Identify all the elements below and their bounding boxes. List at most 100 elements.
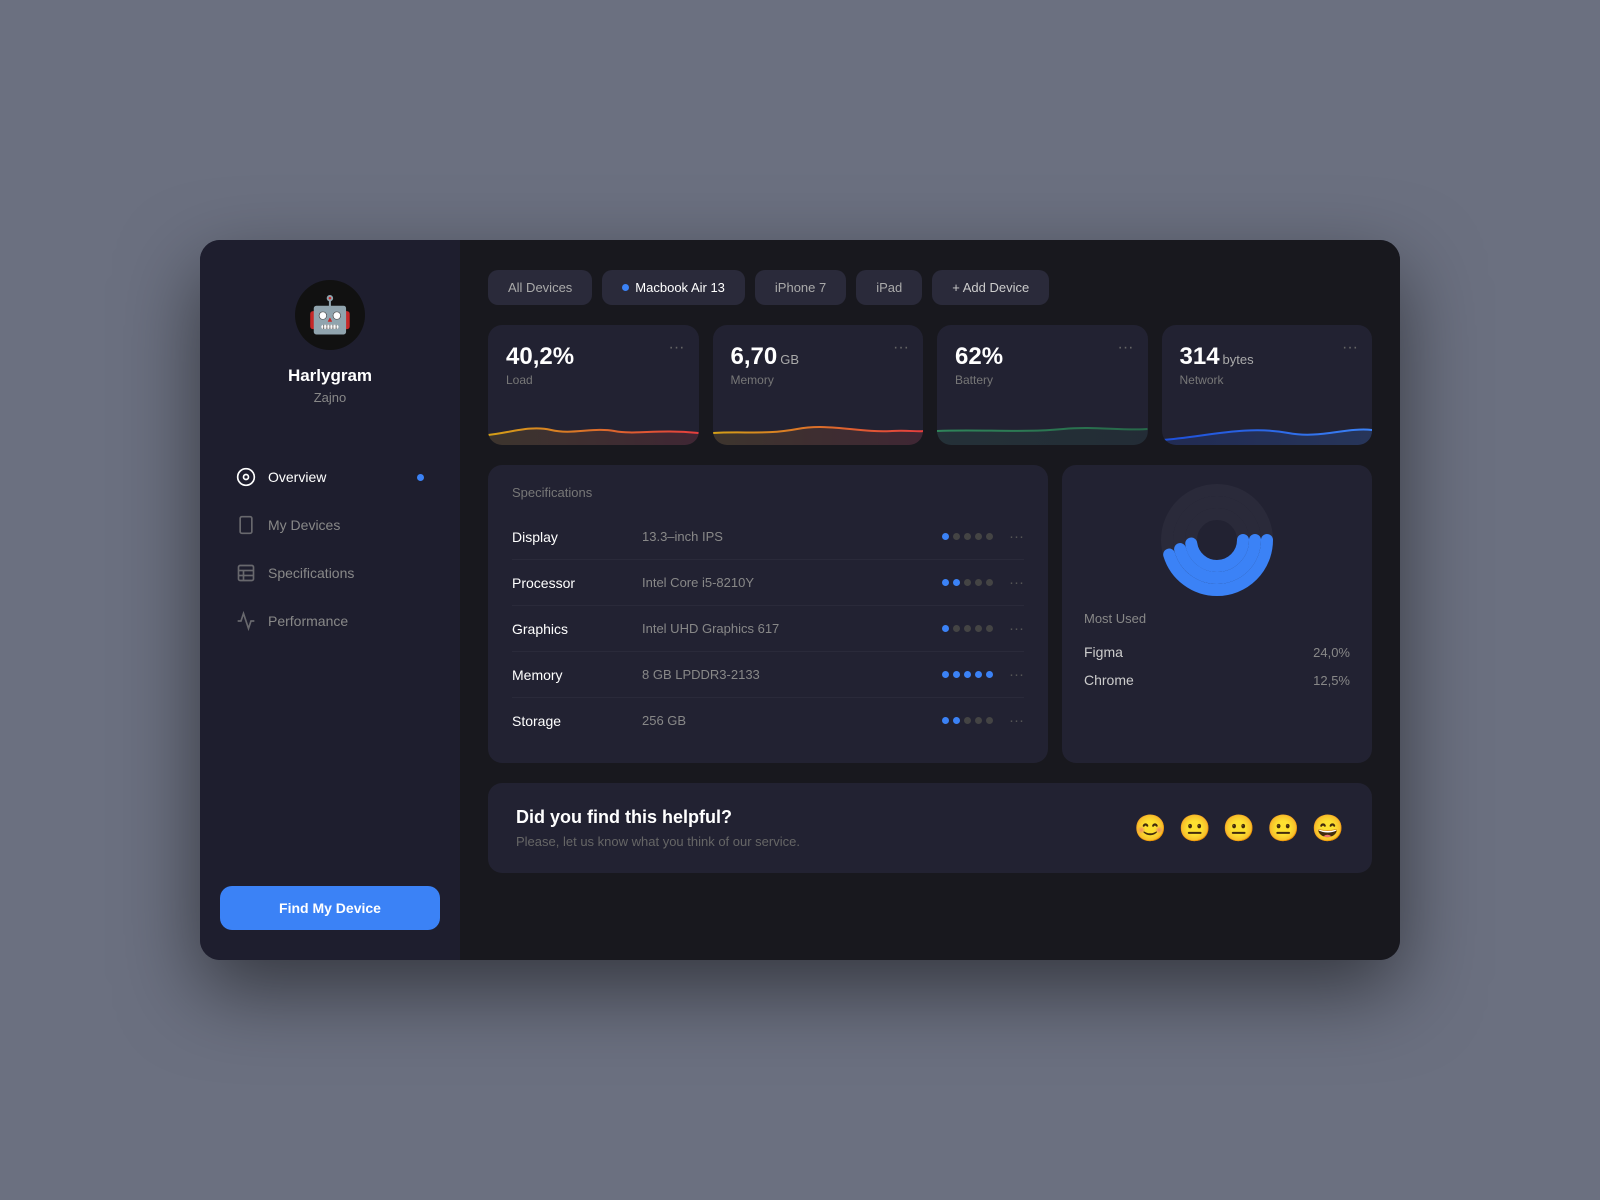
- nav-active-dot: [417, 474, 424, 481]
- spec-dot: [964, 533, 971, 540]
- chart-network: [1162, 405, 1373, 445]
- spec-row: Storage256 GB ···: [512, 698, 1024, 743]
- tab-all-devices[interactable]: All Devices: [488, 270, 592, 305]
- app-percentage: 12,5%: [1313, 673, 1350, 688]
- avatar: 🤖: [295, 280, 365, 350]
- metric-card-network: ··· 314 bytes Network: [1162, 325, 1373, 445]
- spec-dot: [953, 533, 960, 540]
- spec-more-button[interactable]: ···: [1009, 528, 1024, 545]
- spec-dot: [975, 671, 982, 678]
- sidebar-item-specifications[interactable]: Specifications: [220, 551, 440, 595]
- spec-dot: [986, 717, 993, 724]
- feedback-emoji-3[interactable]: 😐: [1267, 813, 1299, 844]
- metrics-row: ··· 40,2% Load ··: [488, 325, 1372, 445]
- feedback-subtitle: Please, let us know what you think of ou…: [516, 834, 800, 849]
- metric-card-load: ··· 40,2% Load: [488, 325, 699, 445]
- spec-dot: [964, 579, 971, 586]
- spec-value: Intel Core i5-8210Y: [642, 575, 942, 590]
- sidebar-item-performance[interactable]: Performance: [220, 599, 440, 643]
- tab-macbook-air[interactable]: Macbook Air 13: [602, 270, 745, 305]
- spec-dot: [953, 717, 960, 724]
- find-my-device-button[interactable]: Find My Device: [220, 886, 440, 930]
- spec-dot: [986, 671, 993, 678]
- tab-label-ipad: iPad: [876, 280, 902, 295]
- spec-dot: [986, 625, 993, 632]
- chart-load: [488, 405, 699, 445]
- spec-dot: [942, 671, 949, 678]
- main-content: All Devices Macbook Air 13 iPhone 7 iPad…: [460, 240, 1400, 960]
- spec-row: GraphicsIntel UHD Graphics 617 ···: [512, 606, 1024, 652]
- tab-ipad[interactable]: iPad: [856, 270, 922, 305]
- spec-rows-container: Display13.3–inch IPS···ProcessorIntel Co…: [512, 514, 1024, 743]
- gauge-svg: [1152, 475, 1282, 605]
- spec-dot: [953, 625, 960, 632]
- spec-value: Intel UHD Graphics 617: [642, 621, 942, 636]
- metric-more-battery[interactable]: ···: [1118, 339, 1134, 357]
- user-name: Harlygram: [288, 366, 372, 386]
- spec-more-button[interactable]: ···: [1009, 620, 1024, 637]
- app-usage-row: Figma24,0%: [1084, 638, 1350, 666]
- device-tabs: All Devices Macbook Air 13 iPhone 7 iPad…: [488, 270, 1372, 305]
- tab-label-iphone: iPhone 7: [775, 280, 826, 295]
- metric-label-network: Network: [1180, 373, 1355, 387]
- spec-dot: [953, 579, 960, 586]
- feedback-emoji-1[interactable]: 😐: [1179, 813, 1211, 844]
- sidebar-item-label-overview: Overview: [268, 469, 326, 485]
- metric-more-load[interactable]: ···: [669, 339, 685, 357]
- metric-more-memory[interactable]: ···: [893, 339, 909, 357]
- spec-value: 256 GB: [642, 713, 942, 728]
- metric-label-memory: Memory: [731, 373, 906, 387]
- spec-dots: [942, 671, 993, 678]
- spec-dot: [942, 717, 949, 724]
- user-role: Zajno: [314, 390, 347, 405]
- spec-name: Storage: [512, 713, 642, 729]
- sidebar-item-overview[interactable]: Overview: [220, 455, 440, 499]
- most-used-label: Most Used: [1084, 611, 1146, 626]
- app-name: Figma: [1084, 644, 1123, 660]
- tab-add-device[interactable]: + Add Device: [932, 270, 1049, 305]
- spec-more-button[interactable]: ···: [1009, 666, 1024, 683]
- metric-value-load: 40,2%: [506, 343, 681, 371]
- spec-dot: [964, 671, 971, 678]
- sidebar-item-label-performance: Performance: [268, 613, 348, 629]
- metric-card-memory: ··· 6,70 GB Memory: [713, 325, 924, 445]
- spec-more-button[interactable]: ···: [1009, 574, 1024, 591]
- spec-dot: [942, 579, 949, 586]
- tab-label-all-devices: All Devices: [508, 280, 572, 295]
- gauge-container: [1152, 495, 1282, 595]
- sidebar-item-my-devices[interactable]: My Devices: [220, 503, 440, 547]
- spec-dot: [942, 625, 949, 632]
- tab-active-dot: [622, 284, 629, 291]
- spec-dot: [942, 533, 949, 540]
- tab-label-add-device: + Add Device: [952, 280, 1029, 295]
- feedback-emoji-4[interactable]: 😄: [1312, 813, 1344, 844]
- metric-more-network[interactable]: ···: [1342, 339, 1358, 357]
- spec-dot: [986, 533, 993, 540]
- spec-name: Memory: [512, 667, 642, 683]
- spec-dots: [942, 717, 993, 724]
- specs-title: Specifications: [512, 485, 1024, 500]
- spec-row: Memory8 GB LPDDR3-2133···: [512, 652, 1024, 698]
- tab-iphone[interactable]: iPhone 7: [755, 270, 846, 305]
- chart-memory: [713, 405, 924, 445]
- sidebar-item-label-specifications: Specifications: [268, 565, 354, 581]
- metric-value-memory: 6,70 GB: [731, 343, 906, 371]
- spec-name: Display: [512, 529, 642, 545]
- feedback-question: Did you find this helpful?: [516, 807, 800, 828]
- metric-card-battery: ··· 62% Battery: [937, 325, 1148, 445]
- feedback-emoji-0[interactable]: 😊: [1134, 813, 1166, 844]
- spec-more-button[interactable]: ···: [1009, 712, 1024, 729]
- spec-dots: [942, 625, 993, 632]
- spec-dot: [953, 671, 960, 678]
- app-usage-container: Figma24,0%Chrome12,5%: [1084, 638, 1350, 694]
- spec-name: Graphics: [512, 621, 642, 637]
- sidebar: 🤖 Harlygram Zajno Overview My Devices: [200, 240, 460, 960]
- spec-row: ProcessorIntel Core i5-8210Y···: [512, 560, 1024, 606]
- feedback-emoji-2[interactable]: 😐: [1223, 813, 1255, 844]
- sidebar-item-label-my-devices: My Devices: [268, 517, 340, 533]
- specs-card: Specifications Display13.3–inch IPS···Pr…: [488, 465, 1048, 763]
- spec-dot: [975, 533, 982, 540]
- metric-label-battery: Battery: [955, 373, 1130, 387]
- app-container: 🤖 Harlygram Zajno Overview My Devices: [200, 240, 1400, 960]
- spec-dot: [975, 579, 982, 586]
